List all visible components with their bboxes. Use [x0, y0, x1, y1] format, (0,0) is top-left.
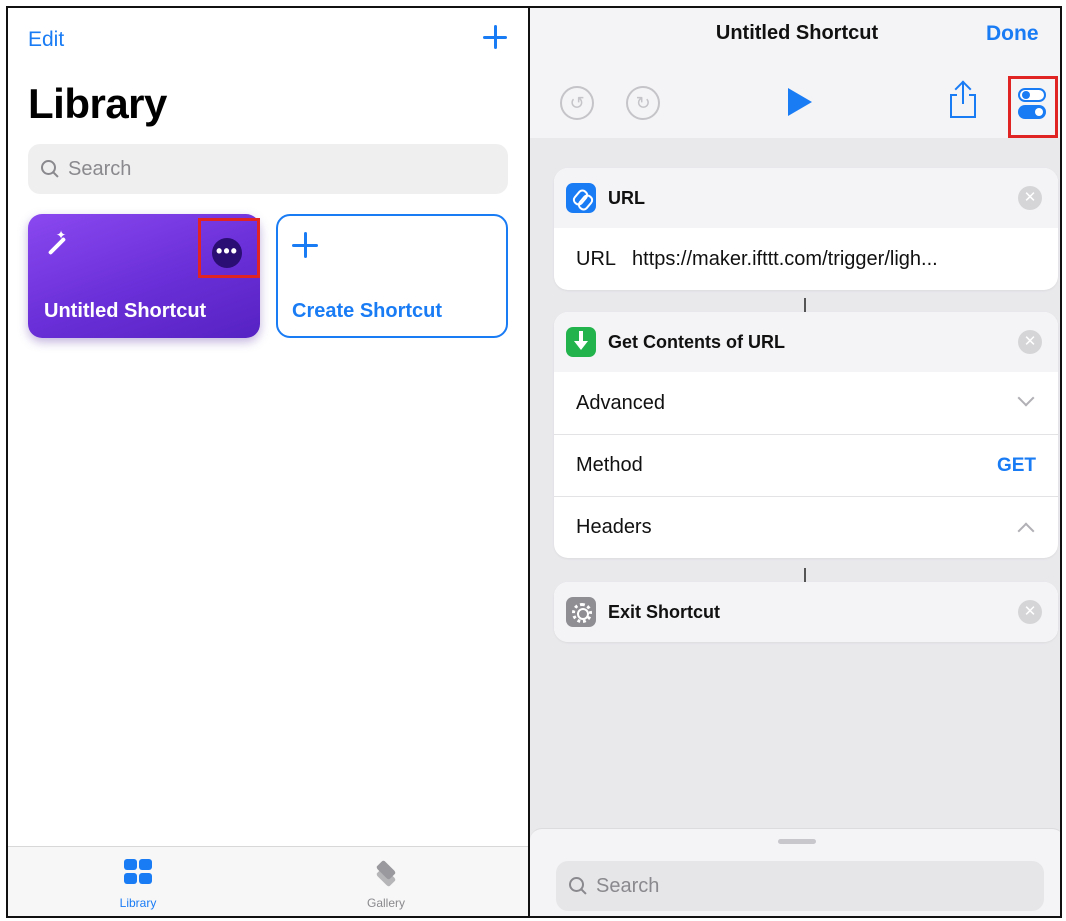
action-search-placeholder: Search [596, 874, 660, 897]
play-icon[interactable] [788, 88, 812, 116]
page-title: Library [28, 80, 167, 127]
advanced-row[interactable]: Advanced [554, 372, 1058, 434]
sheet-grabber-handle[interactable] [778, 839, 816, 844]
action-get-contents[interactable]: Get Contents of URL ✕ Advanced Method GE… [554, 312, 1058, 558]
chevron-down-icon [1017, 389, 1035, 407]
headers-label: Headers [576, 516, 652, 538]
url-row-key: URL [576, 247, 617, 270]
gear-icon [566, 597, 596, 627]
remove-action-icon[interactable]: ✕ [1018, 330, 1042, 354]
action-url[interactable]: URL ✕ URL https://maker.ifttt.com/trigge… [554, 168, 1058, 290]
action-search-sheet: Search [530, 828, 1060, 916]
advanced-label: Advanced [576, 391, 665, 414]
plus-icon [290, 230, 320, 260]
editor-title: Untitled Shortcut [715, 22, 879, 44]
tab-bar: Library Gallery [8, 846, 528, 916]
shortcut-card-label: Untitled Shortcut [44, 300, 207, 322]
url-value[interactable]: https://maker.ifttt.com/trigger/ligh... [632, 248, 938, 271]
create-shortcut-card[interactable]: Create Shortcut [276, 214, 508, 338]
tab-library-label: Library [119, 896, 157, 910]
tab-library[interactable]: Library [78, 859, 198, 910]
action-get-contents-name: Get Contents of URL [608, 331, 785, 352]
headers-row[interactable]: Headers [554, 496, 1058, 558]
editor-toolbar: Untitled Shortcut Done ↺ ↻ [530, 8, 1060, 138]
search-field[interactable]: Search [28, 144, 508, 194]
search-icon [40, 159, 60, 179]
url-row[interactable]: URL https://maker.ifttt.com/trigger/ligh… [554, 228, 1058, 290]
action-url-header: URL ✕ [554, 168, 1058, 228]
link-icon [566, 183, 596, 213]
share-icon[interactable] [950, 80, 976, 118]
library-grid-icon [123, 859, 153, 885]
action-exit-shortcut[interactable]: Exit Shortcut ✕ [554, 582, 1058, 642]
done-button[interactable]: Done [986, 22, 1039, 46]
library-pane: Edit Library Search ••• Untitled Shortcu… [8, 8, 528, 916]
action-search-field[interactable]: Search [556, 861, 1044, 911]
method-row[interactable]: Method GET [554, 434, 1058, 496]
screenshot-frame: Edit Library Search ••• Untitled Shortcu… [6, 6, 1062, 918]
remove-action-icon[interactable]: ✕ [1018, 600, 1042, 624]
search-icon [568, 876, 588, 896]
redo-icon[interactable]: ↻ [626, 86, 660, 120]
method-label: Method [576, 454, 643, 476]
tab-gallery-label: Gallery [366, 896, 405, 910]
undo-icon[interactable]: ↺ [560, 86, 594, 120]
remove-action-icon[interactable]: ✕ [1018, 186, 1042, 210]
create-shortcut-label: Create Shortcut [292, 300, 443, 322]
highlight-box-more-button [198, 218, 260, 278]
shortcut-editor-pane: Untitled Shortcut Done ↺ ↻ URL ✕ URL htt… [530, 8, 1060, 916]
download-icon [566, 327, 596, 357]
method-value[interactable]: GET [997, 455, 1036, 477]
tab-gallery[interactable]: Gallery [326, 859, 446, 910]
action-exit-header: Exit Shortcut ✕ [554, 582, 1058, 642]
action-get-contents-header: Get Contents of URL ✕ [554, 312, 1058, 372]
chevron-up-icon [1017, 522, 1035, 540]
magic-wand-icon [42, 228, 68, 258]
add-shortcut-plus-icon[interactable] [480, 22, 510, 52]
gallery-layers-icon [371, 859, 401, 888]
search-placeholder: Search [68, 157, 132, 180]
action-exit-name: Exit Shortcut [608, 601, 721, 622]
action-url-name: URL [608, 187, 645, 208]
edit-button[interactable]: Edit [28, 28, 64, 52]
highlight-box-settings [1008, 76, 1058, 138]
